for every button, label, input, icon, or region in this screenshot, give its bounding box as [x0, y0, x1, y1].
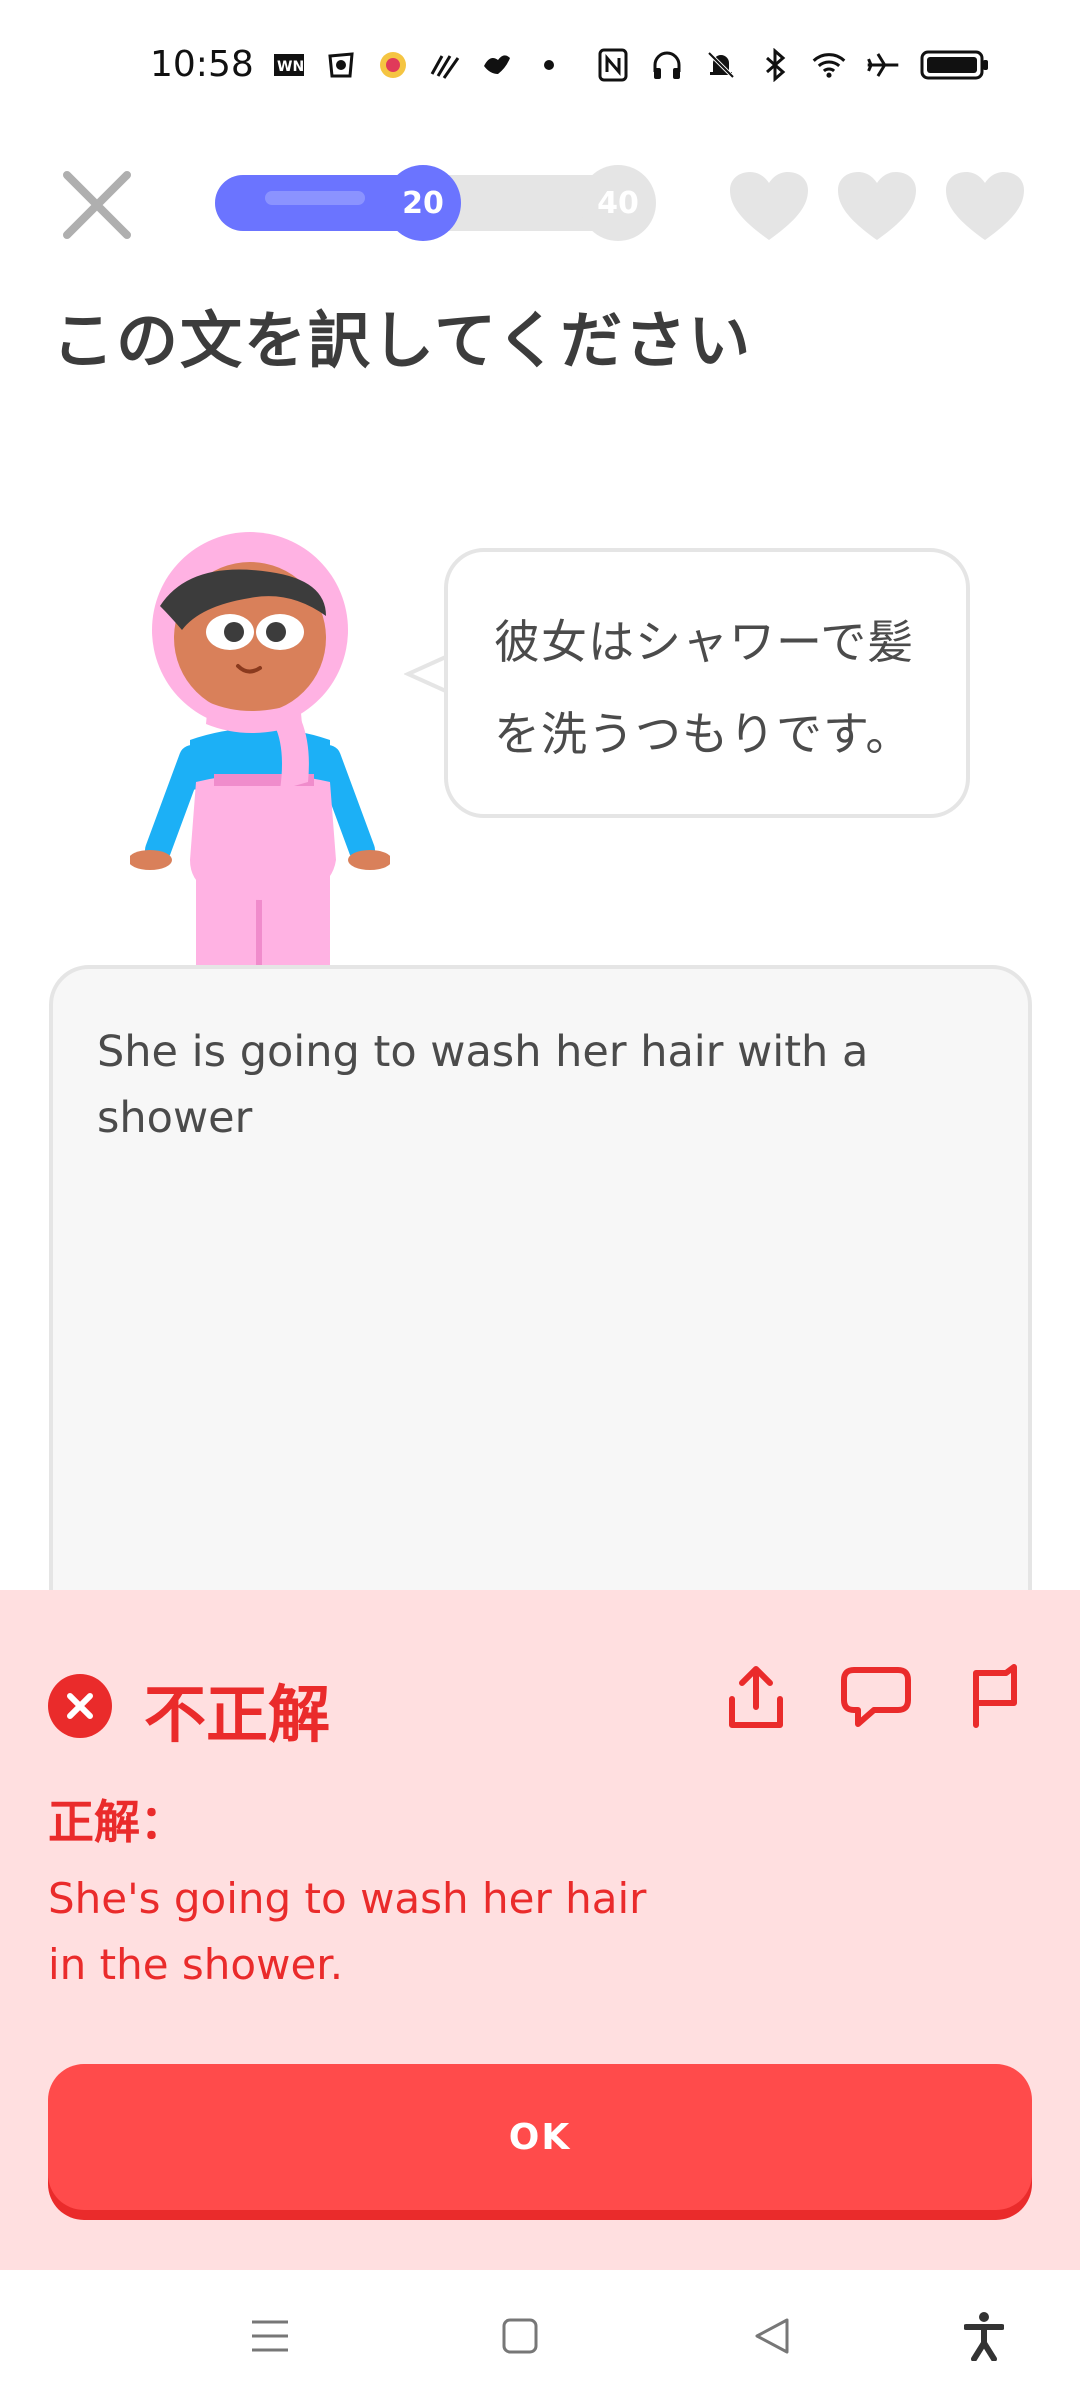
- nfc-icon: [596, 48, 630, 82]
- progress-milestone-max: 40: [580, 165, 656, 241]
- badge-icon: [376, 48, 410, 82]
- report-button[interactable]: [958, 1658, 1038, 1738]
- correct-answer: She's going to wash her hair in the show…: [48, 1866, 688, 1998]
- wave-icon: [428, 48, 462, 82]
- airplane-icon: [866, 48, 900, 82]
- menu-button[interactable]: [240, 2306, 300, 2366]
- prompt-line-2: を洗うつもりです。: [494, 707, 913, 761]
- status-bar: 10:58 WN: [0, 0, 1080, 130]
- heart-icon: [944, 170, 1026, 244]
- app-icon: [324, 48, 358, 82]
- bird-icon: [480, 48, 514, 82]
- ok-button[interactable]: OK: [48, 2064, 1032, 2210]
- lesson-progress-bar: 20 40: [215, 165, 656, 241]
- dot-icon: [532, 48, 566, 82]
- comment-icon: [841, 1667, 911, 1727]
- accessibility-button[interactable]: [954, 2306, 1014, 2366]
- bell-off-icon: [704, 48, 738, 82]
- headphones-icon: [650, 48, 684, 82]
- bluetooth-icon: [758, 48, 792, 82]
- prompt-line-1: 彼女はシャワーで髪: [494, 615, 915, 669]
- battery-icon: [920, 48, 990, 82]
- nyt-icon: WN: [272, 48, 306, 82]
- character-illustration: [128, 520, 392, 965]
- heart-icon: [836, 170, 918, 244]
- home-square-icon: [502, 2318, 538, 2354]
- hearts: [728, 170, 1026, 244]
- accessibility-icon: [964, 2312, 1004, 2361]
- instruction-title: この文を訳してください: [52, 304, 753, 377]
- status-time: 10:58: [150, 44, 254, 85]
- wifi-icon: [812, 48, 846, 82]
- close-icon: [63, 171, 131, 239]
- back-button[interactable]: [742, 2306, 802, 2366]
- svg-text:WN: WN: [277, 59, 304, 75]
- feedback-panel: 不正解 正解： She's going to wash her hair in …: [0, 1590, 1080, 2270]
- incorrect-icon: [48, 1674, 112, 1738]
- heart-icon: [728, 170, 810, 244]
- progress-shine: [265, 191, 365, 205]
- home-button[interactable]: [490, 2306, 550, 2366]
- speech-bubble: 彼女はシャワーで髪 を洗うつもりです。: [444, 548, 970, 818]
- correct-answer-label: 正解：: [48, 1795, 186, 1849]
- flag-icon: [973, 1664, 1017, 1728]
- system-navigation-bar: [0, 2270, 1080, 2400]
- progress-milestone-current: 20: [385, 165, 461, 241]
- back-triangle-icon: [755, 2318, 789, 2354]
- share-button[interactable]: [716, 1658, 796, 1738]
- share-icon: [729, 1666, 783, 1728]
- answer-line-1: She is going to wash her hair with a: [97, 1027, 869, 1077]
- comment-button[interactable]: [836, 1658, 916, 1738]
- correct-answer-line-2: in the shower.: [48, 1940, 344, 1989]
- menu-icon: [252, 2320, 288, 2352]
- notification-icons: WN: [272, 48, 566, 82]
- system-icons: [596, 48, 990, 82]
- answer-line-2: shower: [97, 1093, 253, 1143]
- correct-answer-line-1: She's going to wash her hair: [48, 1874, 647, 1923]
- feedback-title: 不正解: [144, 1678, 331, 1751]
- close-button[interactable]: [52, 160, 142, 250]
- answer-input[interactable]: She is going to wash her hair with a sho…: [49, 965, 1032, 1665]
